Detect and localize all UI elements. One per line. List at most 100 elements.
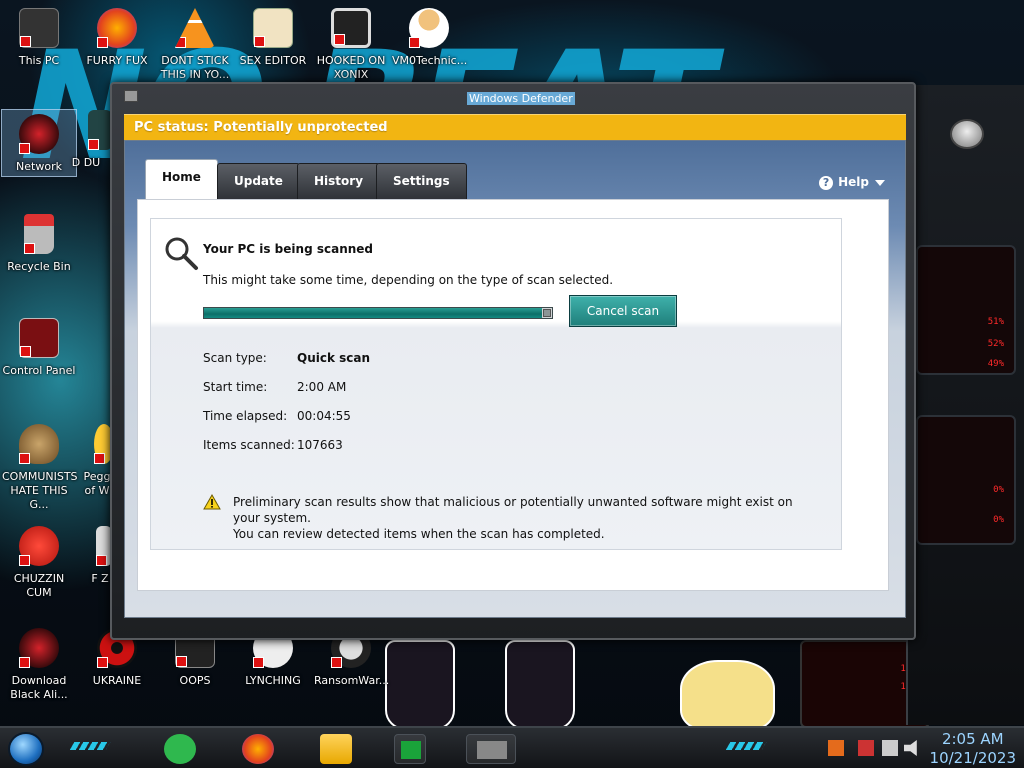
desktop-icon-label: D DU [71, 156, 101, 169]
desktop-icon-label: LYNCHING [245, 674, 301, 687]
flag-icon[interactable] [858, 740, 874, 756]
firefox-icon [97, 8, 137, 48]
app-window-icon [477, 741, 507, 759]
defender-taskbar-button[interactable] [466, 734, 516, 764]
alienware-icon [19, 628, 59, 668]
computer-icon [19, 8, 59, 48]
desktop-icon-vlc[interactable]: DONT STICK THIS IN YO... [158, 8, 232, 82]
task-manager-icon [401, 741, 421, 759]
desktop-icon-label: Recycle Bin [7, 260, 71, 273]
tray-app-icon[interactable] [828, 740, 844, 756]
desktop-icon-sex-editor[interactable]: SEX EDITOR [236, 8, 310, 68]
desktop-icon-label: FURRY FUX [86, 54, 148, 67]
desktop-icon-label: DONT STICK THIS IN YO... [160, 54, 230, 81]
detail-value: 2:00 AM [297, 380, 347, 394]
taskbar-clock[interactable]: 2:05 AM 10/21/2023 [930, 730, 1016, 768]
hud-value: 0% [993, 515, 1004, 525]
alien-head-icon [950, 119, 984, 149]
window-menu-icon[interactable] [124, 90, 138, 102]
taskbar: 2:05 AM 10/21/2023 [0, 726, 1024, 768]
hxd-editor-icon [253, 8, 293, 48]
scan-title: Your PC is being scanned [203, 242, 374, 256]
scan-subtitle: This might take some time, depending on … [203, 273, 614, 287]
hud-value: 52% [987, 339, 1004, 349]
xonix-game-icon [331, 8, 371, 48]
pc-status-bar: PC status: Potentially unprotected [124, 114, 906, 140]
scan-panel: Your PC is being scanned This might take… [150, 218, 842, 550]
tab-update[interactable]: Update [217, 163, 300, 199]
desktop-icon-partial[interactable]: Pegg of W [80, 424, 114, 498]
volume-icon[interactable] [904, 740, 917, 756]
windows-defender-window[interactable]: Windows Defender PC status: Potentially … [110, 82, 916, 640]
detail-value: 107663 [297, 438, 343, 452]
chevron-down-icon [875, 179, 885, 186]
help-icon: ? [819, 176, 834, 190]
warning-line: You can review detected items when the s… [233, 527, 605, 541]
recycle-bin-icon [24, 214, 54, 254]
hud-value: 49% [987, 359, 1004, 369]
detail-value: 00:04:55 [297, 409, 351, 423]
desktop-icon-recycle-bin[interactable]: Recycle Bin [2, 214, 76, 274]
start-button[interactable] [8, 732, 44, 766]
detail-row-items-scanned: Items scanned: 107663 [203, 438, 343, 452]
desktop-icon-label: UKRAINE [92, 674, 142, 687]
hud-panel: 51% 52% 49% [916, 245, 1016, 375]
tab-home[interactable]: Home [145, 159, 218, 199]
desktop-icon-label: SEX EDITOR [239, 54, 307, 67]
network-tray-icon[interactable] [882, 740, 898, 756]
tab-history[interactable]: History [297, 163, 381, 199]
clock-date: 10/21/2023 [929, 749, 1016, 767]
vlc-cone-icon [175, 8, 215, 48]
detail-key: Items scanned: [203, 438, 295, 452]
firefox-icon[interactable] [242, 734, 274, 764]
desktop-icon-label: HOOKED ON XONIX [316, 54, 386, 81]
money-bag-icon [19, 424, 59, 464]
warning-icon [203, 494, 221, 510]
notes-icon[interactable] [164, 734, 196, 764]
desktop-icon-control-panel[interactable]: Control Panel [2, 318, 76, 378]
desktop-icon-vm0technic[interactable]: VM0Technic... [392, 8, 468, 68]
defender-client-area: Home Update History Settings ? Help Your … [124, 140, 906, 618]
cancel-scan-button[interactable]: Cancel scan [569, 295, 677, 327]
desktop-icon-partial[interactable]: D DU [58, 110, 114, 170]
desktop-icon-chuzzin[interactable]: CHUZZIN CUM [2, 526, 76, 600]
desktop-icon-furry-fux[interactable]: FURRY FUX [80, 8, 154, 68]
desktop-icon-label: OOPS [179, 674, 211, 687]
desktop-icon-label: Network [16, 160, 62, 173]
file-explorer-icon[interactable] [320, 734, 352, 764]
detail-row-time-elapsed: Time elapsed: 00:04:55 [203, 409, 351, 423]
desktop-icon-label: Control Panel [2, 364, 76, 377]
home-content: Your PC is being scanned This might take… [137, 199, 889, 591]
scan-progress-bar [203, 307, 553, 319]
taskbar-decoration [725, 742, 767, 750]
doctor-icon [409, 8, 449, 48]
wallpaper-figure [505, 640, 575, 730]
alienware-hud-widget: 51% 52% 49% 0% 0% [906, 85, 1024, 725]
detail-key: Start time: [203, 380, 268, 394]
desktop-icon-label: F Z [91, 572, 109, 585]
desktop-icon-download-black-ali[interactable]: Download Black Ali... [2, 628, 76, 702]
task-manager-button[interactable] [394, 734, 426, 764]
wallpaper-cartoon [680, 660, 775, 732]
desktop-icon-label: COMMUNISTS HATE THIS G... [2, 470, 78, 511]
control-panel-icon [19, 318, 59, 358]
tab-settings[interactable]: Settings [376, 163, 467, 199]
wallpaper-figure [385, 640, 455, 730]
clock-time: 2:05 AM [941, 730, 1004, 748]
window-title: Windows Defender [467, 92, 575, 105]
taskbar-decoration [69, 742, 111, 750]
detail-row-scan-type: Scan type: Quick scan [203, 351, 370, 365]
desktop-icon-label: CHUZZIN CUM [13, 572, 65, 599]
desktop-icon-this-pc[interactable]: This PC [2, 8, 76, 68]
desktop-icon-label: Download Black Ali... [10, 674, 68, 701]
scan-warning-text: Preliminary scan results show that malic… [233, 494, 803, 542]
help-menu[interactable]: ? Help [819, 175, 885, 190]
detail-key: Scan type: [203, 351, 267, 365]
network-icon [19, 114, 59, 154]
desktop-icon-communists[interactable]: COMMUNISTS HATE THIS G... [2, 424, 78, 512]
desktop-icon-xonix[interactable]: HOOKED ON XONIX [314, 8, 388, 82]
detail-value: Quick scan [297, 351, 371, 365]
progress-end-cap [543, 309, 551, 317]
desktop-icon-label: This PC [18, 54, 60, 67]
desktop-icon-label: VM0Technic... [392, 54, 468, 67]
